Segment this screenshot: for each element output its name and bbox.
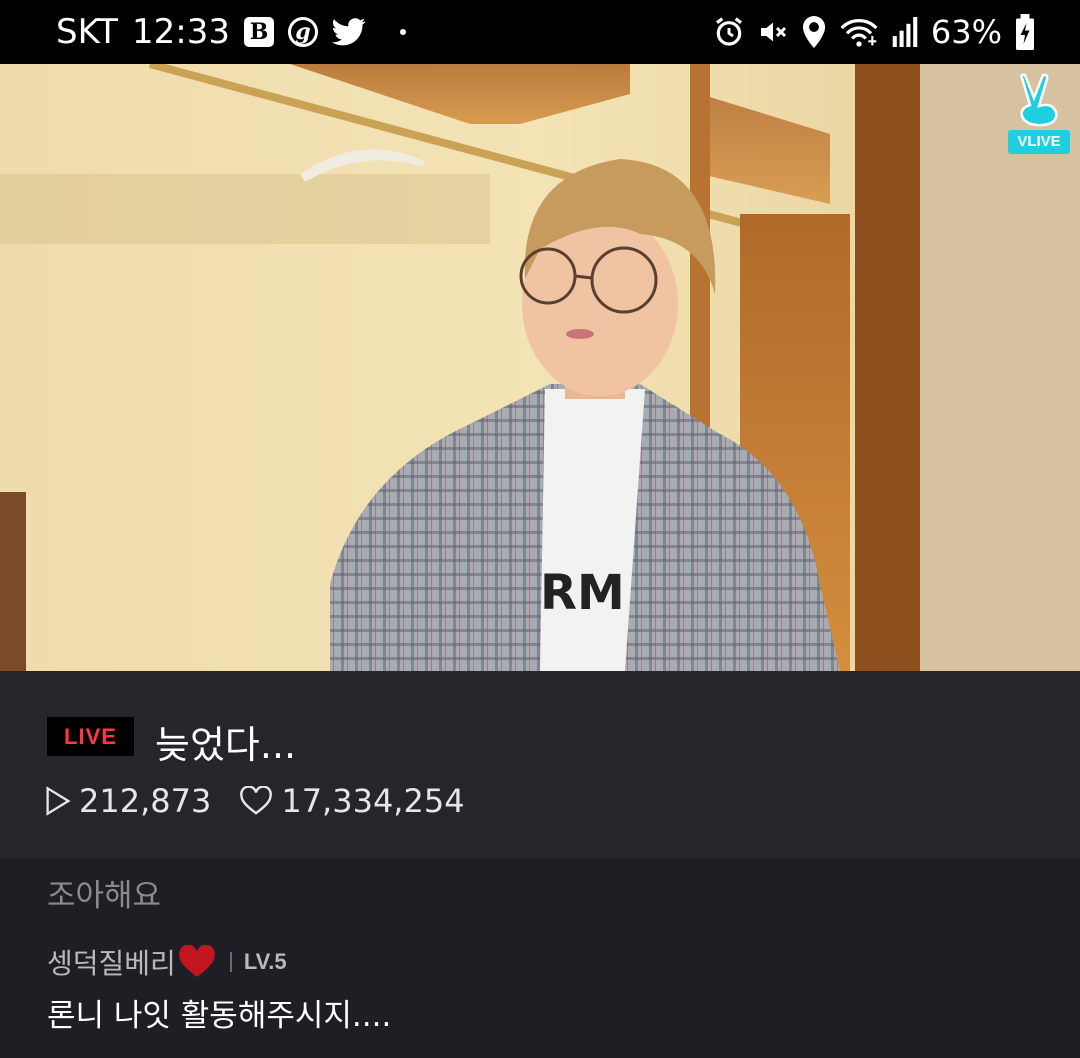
svg-text:RM: RM bbox=[540, 565, 625, 621]
clock: 12:33 bbox=[132, 12, 230, 52]
chat-message: 론니 나잇 활동해주시지.... bbox=[47, 998, 392, 1034]
mute-icon bbox=[757, 15, 789, 49]
user-level: LV.5 bbox=[243, 949, 287, 974]
notification-dot bbox=[400, 29, 406, 35]
chat-user[interactable]: 셍덕질베리 LV.5 bbox=[47, 942, 287, 982]
divider bbox=[229, 952, 232, 972]
band-icon: B bbox=[244, 17, 274, 47]
play-count: 212,873 bbox=[45, 782, 211, 820]
alarm-icon bbox=[713, 15, 745, 49]
signal-icon bbox=[891, 15, 919, 49]
location-icon bbox=[801, 15, 827, 49]
status-bar: SKT 12:33 B g 63% bbox=[0, 0, 1080, 64]
vlive-logo-icon bbox=[1020, 73, 1058, 127]
like-count-value: 17,334,254 bbox=[281, 782, 465, 820]
battery-charging-icon bbox=[1014, 14, 1036, 50]
g-icon: g bbox=[288, 17, 318, 47]
vlive-label: VLIVE bbox=[1008, 130, 1070, 154]
live-badge: LIVE bbox=[47, 717, 134, 756]
twitter-icon bbox=[332, 15, 366, 49]
carrier-label: SKT bbox=[56, 12, 119, 52]
vlive-watermark: VLIVE bbox=[1008, 72, 1070, 154]
live-video-frame[interactable]: RM VLIVE bbox=[0, 64, 1080, 671]
chat-message: 조아해요 bbox=[47, 878, 162, 914]
broadcast-title: 늦었다... bbox=[155, 723, 297, 767]
wifi-icon bbox=[839, 15, 879, 49]
heart-icon bbox=[240, 786, 273, 815]
chat-username: 셍덕질베리 bbox=[47, 947, 176, 980]
red-heart-icon bbox=[179, 945, 215, 977]
video-scene: RM bbox=[0, 64, 1080, 671]
battery-percent: 63% bbox=[930, 13, 1002, 51]
like-count: 17,334,254 bbox=[239, 782, 465, 820]
play-count-value: 212,873 bbox=[79, 782, 212, 820]
play-icon bbox=[46, 786, 71, 816]
broadcast-stats: 212,873 17,334,254 bbox=[45, 782, 493, 820]
